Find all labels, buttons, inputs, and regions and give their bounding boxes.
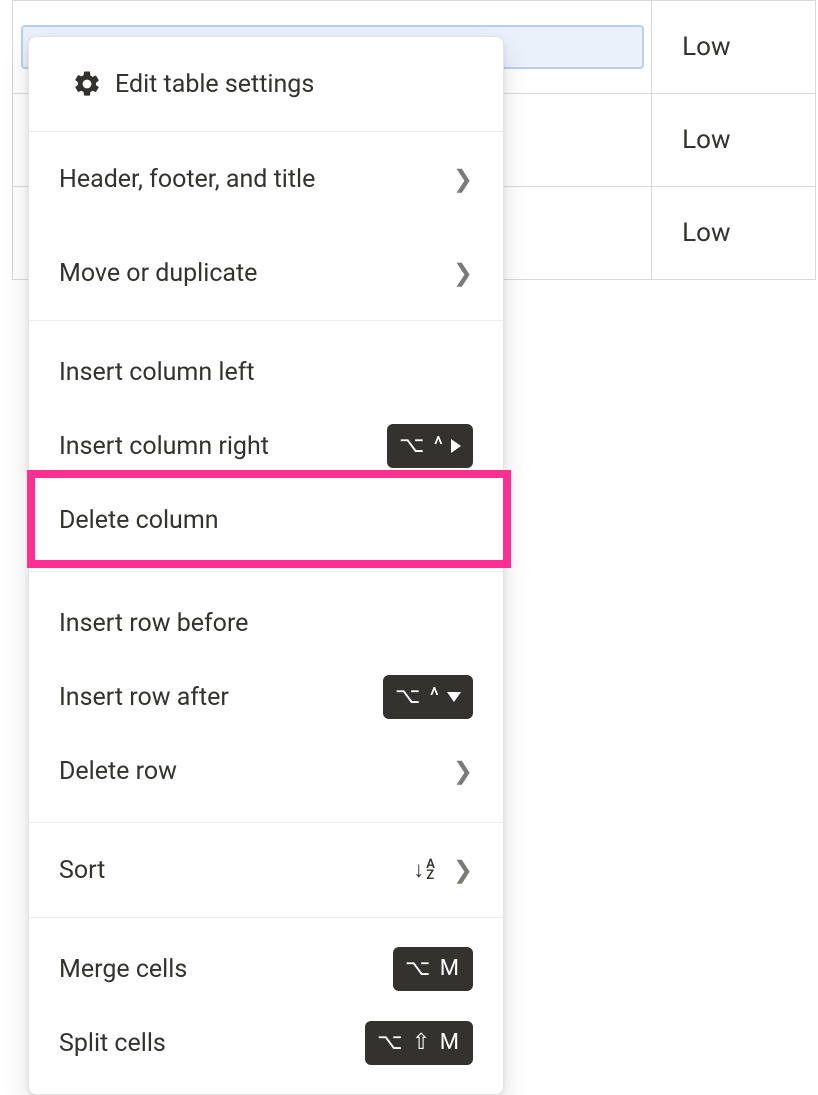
triangle-down-icon [447,692,461,702]
keyboard-shortcut: ⌥ ⇧ M [365,1021,473,1065]
chevron-right-icon: ❯ [453,165,473,193]
menu-item-edit-table-settings[interactable]: Edit table settings [29,37,503,131]
menu-item-label: Move or duplicate [59,259,453,288]
menu-item-label: Split cells [59,1029,365,1058]
keyboard-shortcut: ⌥ ^ [387,424,473,468]
menu-item-insert-column-right[interactable]: Insert column right ⌥ ^ [29,409,503,483]
menu-item-sort[interactable]: Sort ↓ AZ ❯ [29,823,503,917]
menu-item-header-footer-title[interactable]: Header, footer, and title ❯ [29,132,503,226]
menu-item-label: Delete column [59,506,473,535]
menu-item-move-or-duplicate[interactable]: Move or duplicate ❯ [29,226,503,320]
menu-item-insert-row-before[interactable]: Insert row before [29,586,503,660]
menu-item-label: Sort [59,856,413,885]
shortcut-keys: ⌥ ^ [395,686,441,708]
table-cell[interactable]: Low [652,187,816,280]
menu-item-label: Merge cells [59,955,393,984]
triangle-right-icon [451,439,461,453]
table-cell[interactable]: Low [652,94,816,187]
menu-item-label: Header, footer, and title [59,165,453,194]
menu-item-label: Insert column right [59,432,387,461]
keyboard-shortcut: ⌥ M [393,947,473,991]
gear-icon [59,69,115,99]
menu-item-label: Edit table settings [115,70,473,99]
table-context-menu: Edit table settings Header, footer, and … [28,36,504,1095]
menu-item-label: Insert column left [59,358,473,387]
shortcut-keys: ⌥ ^ [399,435,445,457]
table-cell[interactable]: Low [652,1,816,94]
sort-az-icon: ↓ AZ [413,857,435,883]
chevron-right-icon: ❯ [453,856,473,884]
menu-item-delete-column[interactable]: Delete column [29,483,503,557]
chevron-right-icon: ❯ [453,757,473,785]
menu-item-insert-column-left[interactable]: Insert column left [29,335,503,409]
menu-item-split-cells[interactable]: Split cells ⌥ ⇧ M [29,1006,503,1080]
menu-item-label: Insert row after [59,683,383,712]
menu-item-insert-row-after[interactable]: Insert row after ⌥ ^ [29,660,503,734]
keyboard-shortcut: ⌥ ^ [383,675,473,719]
menu-item-label: Insert row before [59,609,473,638]
chevron-right-icon: ❯ [453,259,473,287]
menu-item-label: Delete row [59,757,453,786]
menu-item-merge-cells[interactable]: Merge cells ⌥ M [29,932,503,1006]
menu-item-delete-row[interactable]: Delete row ❯ [29,734,503,808]
